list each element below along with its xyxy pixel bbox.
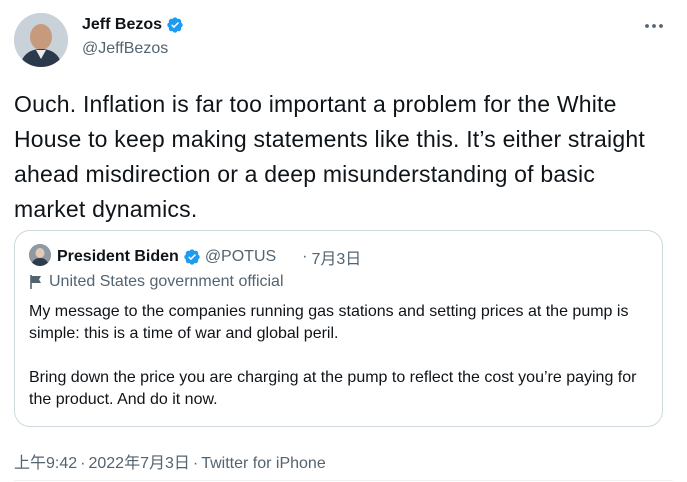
more-horizontal-icon bbox=[645, 24, 663, 28]
quoted-tweet-header: President Biden @POTUS · 7月3日 bbox=[57, 245, 361, 269]
author-display-name[interactable]: Jeff Bezos bbox=[82, 16, 162, 34]
tweet-date[interactable]: 2022年7月3日 bbox=[88, 455, 189, 472]
author-handle[interactable]: @JeffBezos bbox=[82, 40, 168, 58]
separator-dot: · bbox=[192, 455, 199, 472]
separator-dot: · bbox=[80, 455, 86, 472]
more-options-button[interactable] bbox=[640, 14, 668, 38]
quoted-author-avatar[interactable] bbox=[29, 244, 51, 266]
quoted-author-handle[interactable]: @POTUS bbox=[205, 248, 276, 266]
quoted-paragraph-1: My message to the companies running gas … bbox=[29, 303, 629, 342]
quoted-author-name[interactable]: President Biden bbox=[57, 248, 179, 266]
quoted-tweet-date[interactable]: 7月3日 bbox=[312, 245, 362, 269]
tweet-card: Jeff Bezos @JeffBezos Ouch. Inflation is… bbox=[0, 0, 687, 482]
quoted-tweet[interactable]: President Biden @POTUS · 7月3日 United Sta… bbox=[14, 230, 663, 427]
author-avatar[interactable] bbox=[14, 13, 68, 67]
verified-badge-icon bbox=[184, 249, 200, 265]
tweet-source[interactable]: Twitter for iPhone bbox=[201, 455, 326, 472]
verified-badge-icon bbox=[167, 17, 183, 33]
author-name-row[interactable]: Jeff Bezos bbox=[82, 16, 184, 34]
tweet-text: Ouch. Inflation is far too important a p… bbox=[14, 91, 645, 222]
quoted-tweet-text: My message to the companies running gas … bbox=[29, 301, 649, 411]
government-label-text: United States government official bbox=[49, 273, 284, 290]
separator-dot: · bbox=[302, 248, 308, 265]
flag-icon bbox=[30, 275, 41, 289]
tweet-meta: 上午9:42 · 2022年7月3日 · Twitter for iPhone bbox=[14, 449, 326, 473]
tweet-time[interactable]: 上午9:42 bbox=[14, 455, 77, 472]
divider bbox=[14, 480, 673, 481]
government-label: United States government official bbox=[29, 273, 284, 291]
quoted-paragraph-2: Bring down the price you are charging at… bbox=[29, 369, 637, 408]
